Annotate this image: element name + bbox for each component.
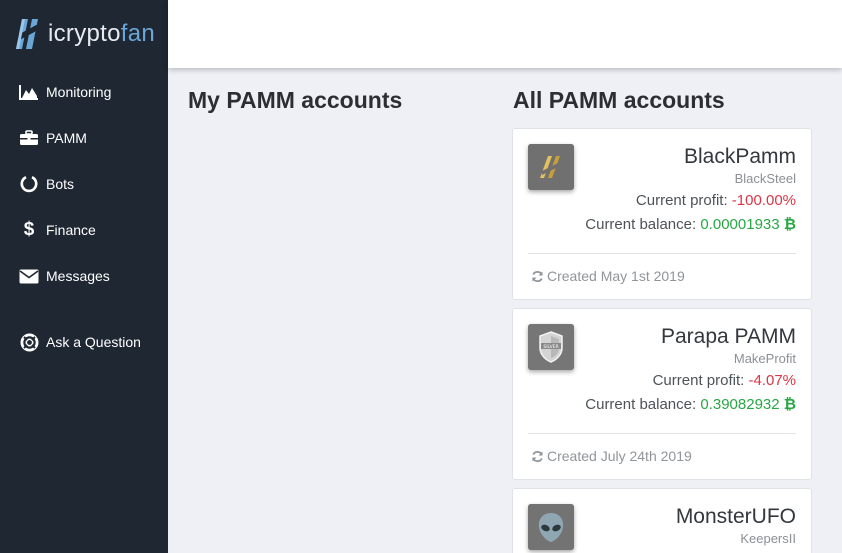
chart-area-icon	[19, 82, 39, 102]
life-ring-icon	[19, 332, 39, 352]
refresh-icon	[532, 450, 543, 462]
top-bar	[168, 0, 842, 68]
balance-row: Current balance: 0.39082932 ₿	[585, 393, 796, 417]
refresh-icon	[532, 270, 543, 282]
sidebar-item-label: PAMM	[46, 130, 87, 146]
created-date: Created May 1st 2019	[531, 268, 685, 284]
logo-text: icryptofan	[48, 20, 155, 48]
circle-notch-icon	[19, 174, 39, 194]
envelope-icon	[19, 266, 39, 286]
sidebar-item-monitoring[interactable]: Monitoring	[0, 72, 168, 112]
card-info: MonsterUFO KeepersII	[676, 505, 796, 549]
created-text: Created July 24th 2019	[547, 448, 692, 464]
profit-row: Current profit: -100.00%	[585, 189, 796, 213]
balance-label: Current balance:	[585, 216, 697, 233]
card-info: Parapa PAMM MakeProfit Current profit: -…	[585, 325, 796, 417]
balance-value: 0.00001933	[700, 216, 780, 233]
sidebar-item-ask-question[interactable]: Ask a Question	[0, 322, 168, 362]
silver-shield-avatar: SILVER	[528, 324, 574, 370]
shield-badge-text: SILVER	[543, 344, 558, 350]
sidebar-item-label: Messages	[46, 268, 110, 284]
sidebar-item-label: Bots	[46, 176, 75, 192]
sidebar-item-label: Monitoring	[46, 84, 112, 100]
logo-text-part2: fan	[120, 20, 156, 47]
profit-value: -4.07%	[748, 372, 796, 389]
divider	[528, 433, 796, 434]
profit-label: Current profit:	[635, 192, 728, 209]
account-name[interactable]: BlackPamm	[585, 145, 796, 169]
sidebar-item-label: Ask a Question	[46, 334, 141, 350]
bitcoin-icon: ₿	[783, 396, 796, 413]
account-owner: MakeProfit	[733, 351, 796, 366]
app-logo[interactable]: icryptofan	[0, 0, 168, 68]
divider	[528, 253, 796, 254]
all-pamm-heading: All PAMM accounts	[513, 87, 725, 113]
bitcoin-icon: ₿	[783, 216, 796, 233]
pamm-card-blackpamm[interactable]: BlackPamm BlackSteel Current profit: -10…	[512, 128, 812, 300]
briefcase-icon	[19, 128, 39, 148]
created-date: Created July 24th 2019	[531, 448, 692, 464]
profit-row: Current profit: -4.07%	[585, 369, 796, 393]
account-owner: BlackSteel	[734, 171, 796, 186]
pamm-card-parapa[interactable]: SILVER Parapa PAMM MakeProfit Current pr…	[512, 308, 812, 480]
dollar-glyph: $	[23, 219, 35, 240]
account-owner: KeepersII	[740, 531, 796, 546]
sidebar-item-finance[interactable]: $ Finance	[0, 210, 168, 250]
my-pamm-heading: My PAMM accounts	[188, 87, 403, 113]
sidebar-item-label: Finance	[46, 222, 96, 238]
sidebar-item-bots[interactable]: Bots	[0, 164, 168, 204]
sidebar-item-messages[interactable]: Messages	[0, 256, 168, 296]
account-name[interactable]: Parapa PAMM	[585, 325, 796, 349]
account-name[interactable]: MonsterUFO	[676, 505, 796, 529]
logo-text-part1: icrypto	[48, 20, 121, 47]
alien-avatar	[528, 504, 574, 550]
card-info: BlackPamm BlackSteel Current profit: -10…	[585, 145, 796, 237]
balance-value: 0.39082932	[700, 396, 780, 413]
gold-stripes-avatar	[528, 144, 574, 190]
sidebar: icryptofan Monitoring PAMM Bots $ Financ…	[0, 0, 168, 553]
balance-row: Current balance: 0.00001933 ₿	[585, 213, 796, 237]
pamm-card-monsterufo[interactable]: MonsterUFO KeepersII	[512, 488, 812, 553]
logo-icon	[14, 19, 40, 49]
dollar-icon: $	[19, 219, 39, 240]
profit-label: Current profit:	[652, 372, 745, 389]
balance-label: Current balance:	[585, 396, 697, 413]
sidebar-item-pamm[interactable]: PAMM	[0, 118, 168, 158]
profit-value: -100.00%	[731, 192, 796, 209]
created-text: Created May 1st 2019	[547, 268, 685, 284]
